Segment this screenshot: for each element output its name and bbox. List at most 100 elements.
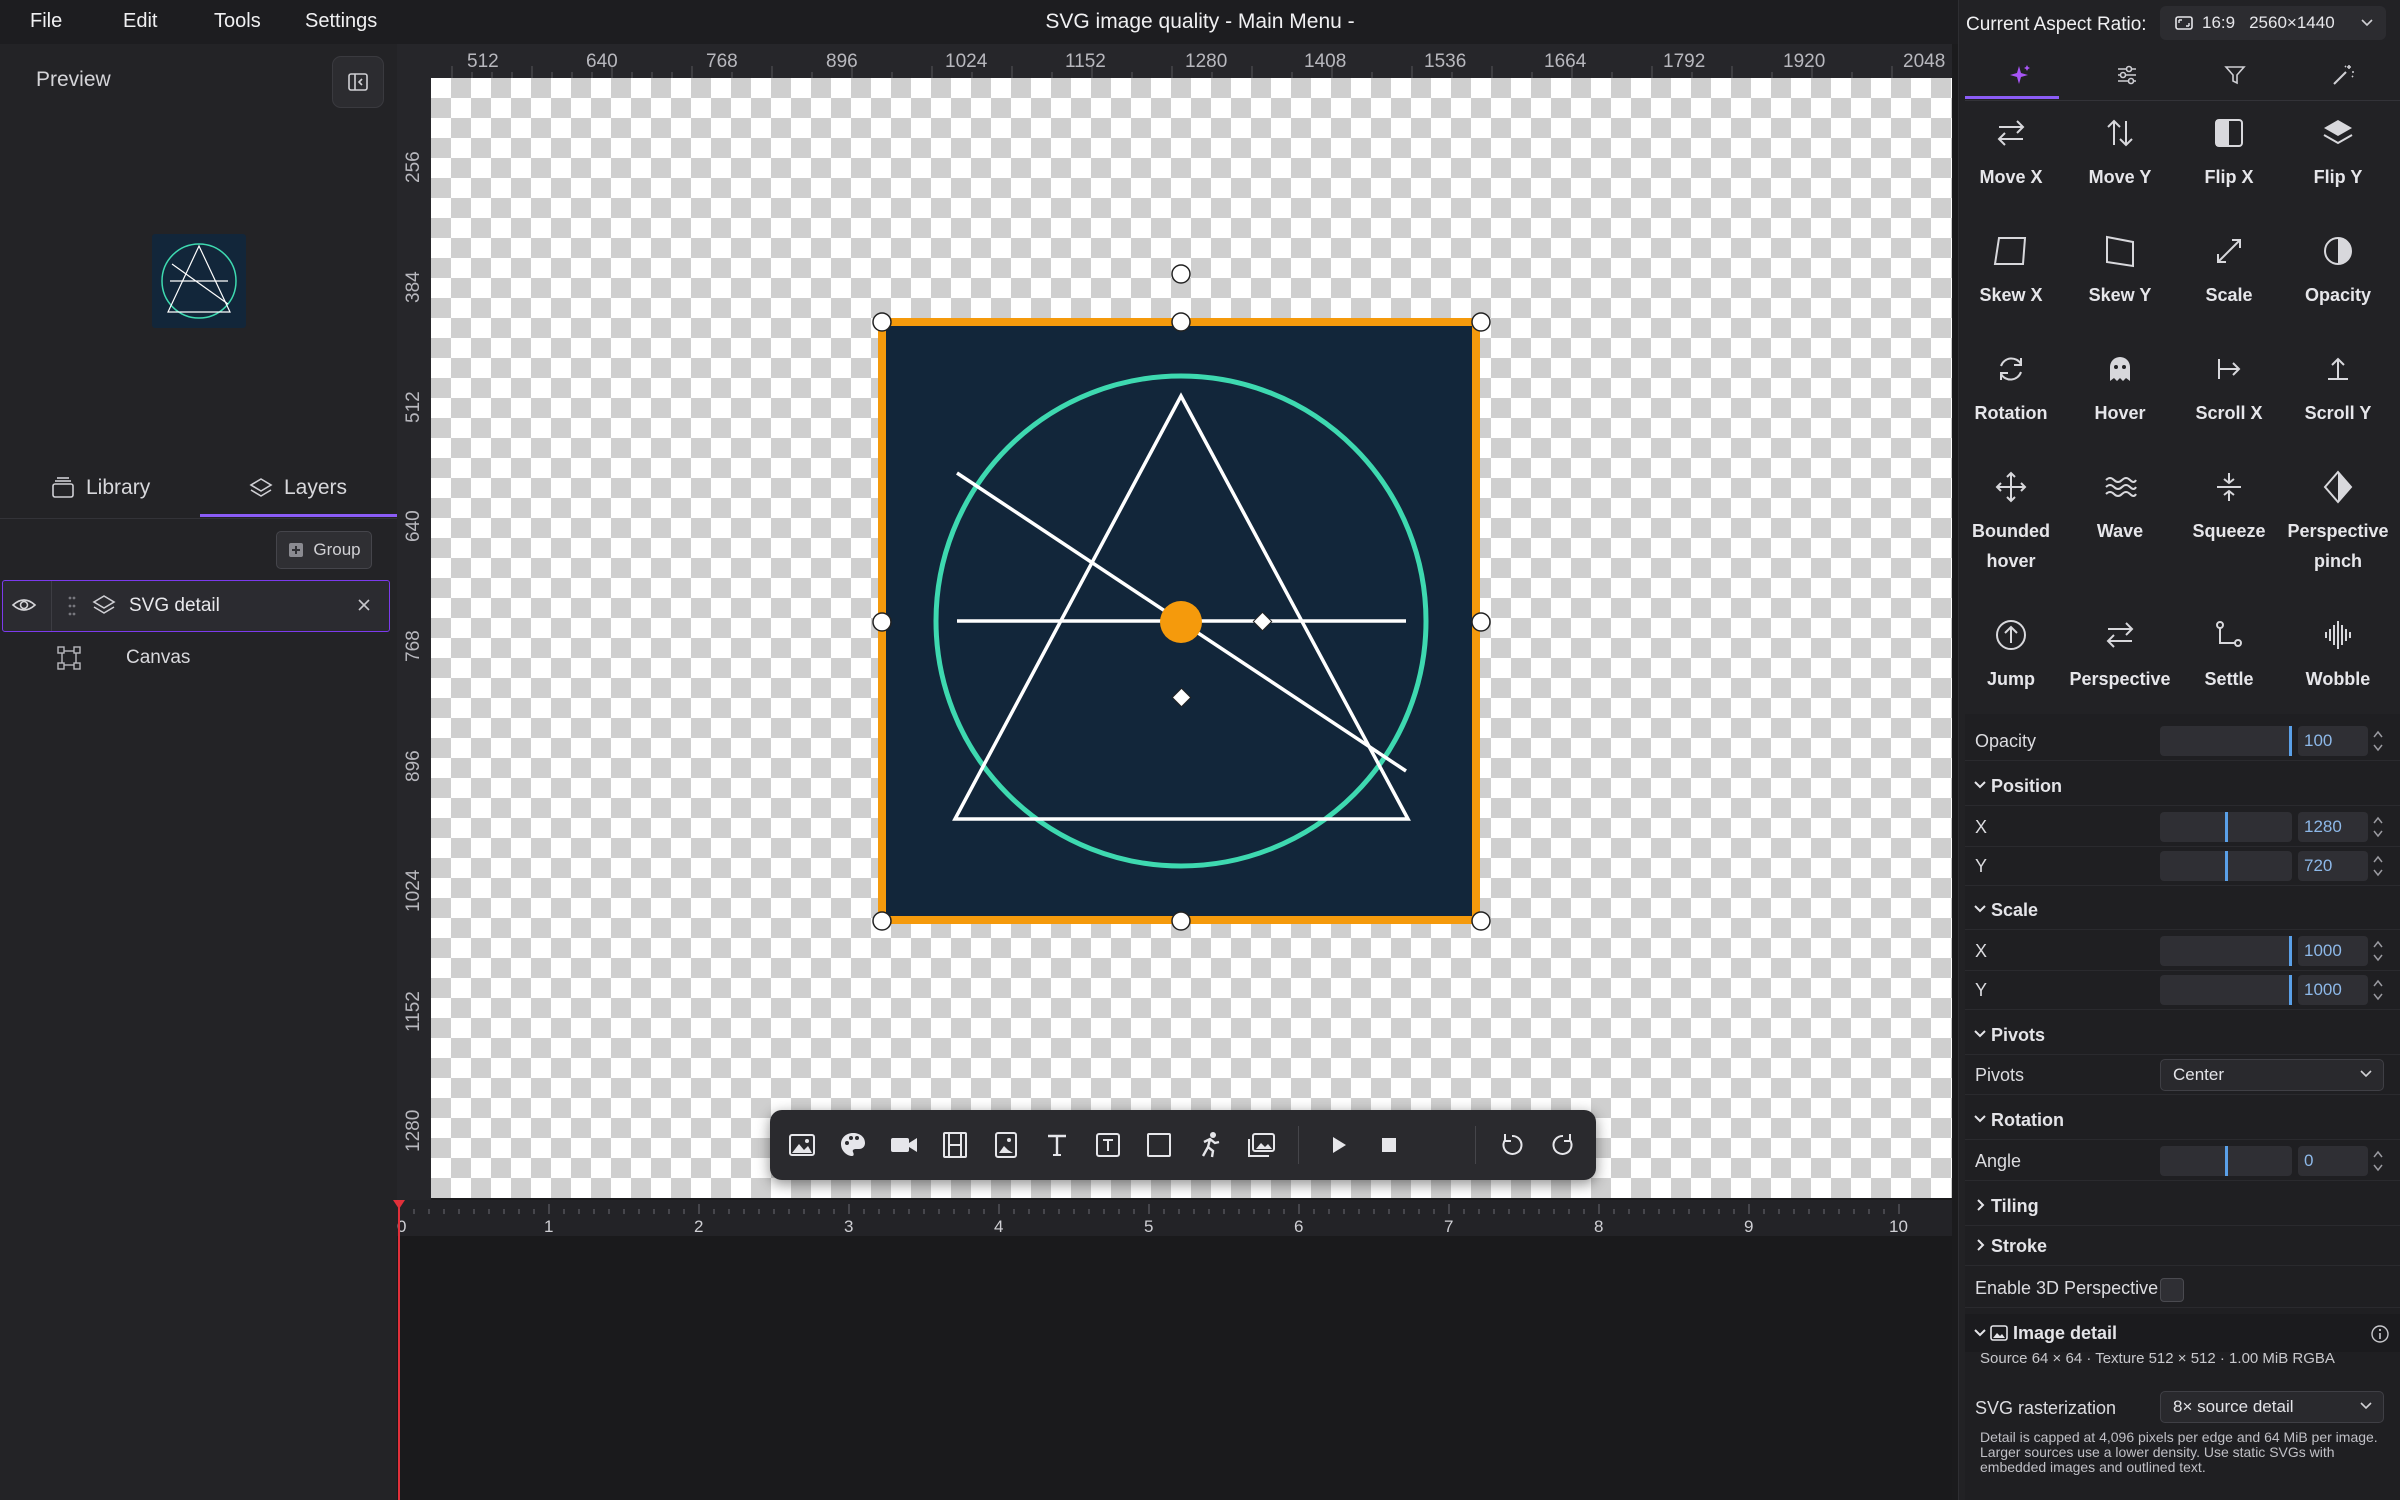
effect-flip-y[interactable]: Flip Y xyxy=(2284,110,2392,192)
aspect-ratio-select[interactable]: 16:9 2560×1440 xyxy=(2160,6,2386,40)
drag-handle-icon[interactable] xyxy=(67,594,77,618)
rotate-handle[interactable] xyxy=(1171,264,1191,284)
effect-perspective[interactable]: Perspective xyxy=(2066,612,2174,694)
resize-handle-s[interactable] xyxy=(1171,911,1191,931)
slider-thumb[interactable] xyxy=(2225,1146,2228,1176)
add-text-box-button[interactable] xyxy=(1088,1125,1128,1165)
resize-handle-ne[interactable] xyxy=(1471,312,1491,332)
tab-magic[interactable] xyxy=(2289,50,2397,100)
add-color-button[interactable] xyxy=(833,1125,873,1165)
effect-perspective-pinch[interactable]: Perspective pinch xyxy=(2284,464,2392,576)
add-film-button[interactable] xyxy=(935,1125,975,1165)
stepper-arrows-icon[interactable] xyxy=(2368,726,2388,756)
info-icon[interactable] xyxy=(2370,1324,2390,1344)
menu-file[interactable]: File xyxy=(30,10,62,33)
effect-wave[interactable]: Wave xyxy=(2066,464,2174,546)
stepper-arrows-icon[interactable] xyxy=(2368,975,2388,1005)
opacity-slider[interactable] xyxy=(2160,726,2292,756)
effect-wobble[interactable]: Wobble xyxy=(2284,612,2392,694)
collapse-panel-button[interactable] xyxy=(332,56,384,108)
svg-rasterization-select[interactable]: 8× source detail xyxy=(2160,1391,2384,1423)
scale-y-input[interactable]: 1000 xyxy=(2298,975,2368,1005)
menu-settings[interactable]: Settings xyxy=(305,10,377,33)
scale-x-slider[interactable] xyxy=(2160,936,2292,966)
pivot-point[interactable] xyxy=(1160,601,1202,643)
position-y-slider[interactable] xyxy=(2160,851,2292,881)
tab-filters[interactable] xyxy=(2181,50,2289,100)
menu-edit[interactable]: Edit xyxy=(123,10,157,33)
resize-handle-sw[interactable] xyxy=(872,911,892,931)
opacity-input[interactable]: 100 xyxy=(2298,726,2368,756)
rotation-section-header[interactable]: Rotation xyxy=(1965,1101,2400,1140)
visibility-eye-icon[interactable] xyxy=(11,594,37,616)
resize-handle-w[interactable] xyxy=(872,612,892,632)
timeline-playhead[interactable] xyxy=(398,1202,400,1500)
stepper-arrows-icon[interactable] xyxy=(2368,936,2388,966)
group-button[interactable]: Group xyxy=(276,531,372,569)
effect-flip-x[interactable]: Flip X xyxy=(2175,110,2283,192)
timeline-track-area[interactable] xyxy=(397,1236,1952,1500)
resize-handle-se[interactable] xyxy=(1471,911,1491,931)
add-gallery-button[interactable] xyxy=(1241,1125,1281,1165)
effect-rotation[interactable]: Rotation xyxy=(1957,346,2065,428)
effect-jump[interactable]: Jump xyxy=(1957,612,2065,694)
angle-slider[interactable] xyxy=(2160,1146,2292,1176)
angle-input[interactable]: 0 xyxy=(2298,1146,2368,1176)
add-image-button[interactable] xyxy=(782,1125,822,1165)
add-shape-button[interactable] xyxy=(1139,1125,1179,1165)
add-text-button[interactable] xyxy=(1037,1125,1077,1165)
layer-row-svg-detail[interactable]: SVG detail xyxy=(2,580,390,632)
effect-scroll-y[interactable]: Scroll Y xyxy=(2284,346,2392,428)
stepper-arrows-icon[interactable] xyxy=(2368,812,2388,842)
layer-row-canvas[interactable]: Canvas xyxy=(0,636,397,680)
position-x-slider[interactable] xyxy=(2160,812,2292,842)
tiling-section-header[interactable]: Tiling xyxy=(1965,1187,2400,1226)
resize-handle-n[interactable] xyxy=(1171,312,1191,332)
position-y-input[interactable]: 720 xyxy=(2298,851,2368,881)
position-section-header[interactable]: Position xyxy=(1965,767,2400,806)
effect-hover[interactable]: Hover xyxy=(2066,346,2174,428)
effect-squeeze[interactable]: Squeeze xyxy=(2175,464,2283,546)
playhead-marker-icon[interactable] xyxy=(393,1200,405,1210)
effect-move-x[interactable]: Move X xyxy=(1957,110,2065,192)
timeline-ruler[interactable]: 0 1 2 3 4 5 6 7 8 9 10 xyxy=(397,1200,1952,1236)
effect-settle[interactable]: Settle xyxy=(2175,612,2283,694)
undo-button[interactable] xyxy=(1492,1125,1532,1165)
image-detail-section-header[interactable]: Image detail xyxy=(1965,1314,2400,1352)
add-video-button[interactable] xyxy=(884,1125,924,1165)
effect-scroll-x[interactable]: Scroll X xyxy=(2175,346,2283,428)
slider-thumb[interactable] xyxy=(2225,851,2228,881)
play-button[interactable] xyxy=(1318,1125,1358,1165)
effect-bounded-hover[interactable]: Bounded hover xyxy=(1957,464,2065,576)
resize-handle-e[interactable] xyxy=(1471,612,1491,632)
resize-handle-nw[interactable] xyxy=(872,312,892,332)
scale-y-slider[interactable] xyxy=(2160,975,2292,1005)
enable-3d-checkbox[interactable] xyxy=(2160,1278,2184,1302)
stop-button[interactable] xyxy=(1369,1125,1409,1165)
stepper-arrows-icon[interactable] xyxy=(2368,851,2388,881)
pivots-select[interactable]: Center xyxy=(2160,1059,2384,1091)
effect-skew-x[interactable]: Skew X xyxy=(1957,228,2065,310)
pivots-section-header[interactable]: Pivots xyxy=(1965,1016,2400,1055)
add-animation-button[interactable] xyxy=(1190,1125,1230,1165)
tab-effects[interactable] xyxy=(1965,50,2073,100)
tab-adjustments[interactable] xyxy=(2073,50,2181,100)
effect-scale[interactable]: Scale xyxy=(2175,228,2283,310)
slider-thumb[interactable] xyxy=(2289,936,2292,966)
redo-button[interactable] xyxy=(1543,1125,1583,1165)
tab-layers[interactable]: Layers xyxy=(248,458,347,518)
effect-skew-y[interactable]: Skew Y xyxy=(2066,228,2174,310)
slider-thumb[interactable] xyxy=(2289,975,2292,1005)
position-x-input[interactable]: 1280 xyxy=(2298,812,2368,842)
svg-artwork-selection[interactable] xyxy=(860,255,1500,935)
scale-x-input[interactable]: 1000 xyxy=(2298,936,2368,966)
scale-section-header[interactable]: Scale xyxy=(1965,891,2400,930)
add-picture-button[interactable] xyxy=(986,1125,1026,1165)
slider-thumb[interactable] xyxy=(2225,812,2228,842)
effect-opacity[interactable]: Opacity xyxy=(2284,228,2392,310)
menu-tools[interactable]: Tools xyxy=(214,10,261,33)
remove-layer-close-icon[interactable] xyxy=(355,596,373,614)
slider-thumb[interactable] xyxy=(2289,726,2292,756)
effect-move-y[interactable]: Move Y xyxy=(2066,110,2174,192)
tab-library[interactable]: Library xyxy=(50,458,150,518)
